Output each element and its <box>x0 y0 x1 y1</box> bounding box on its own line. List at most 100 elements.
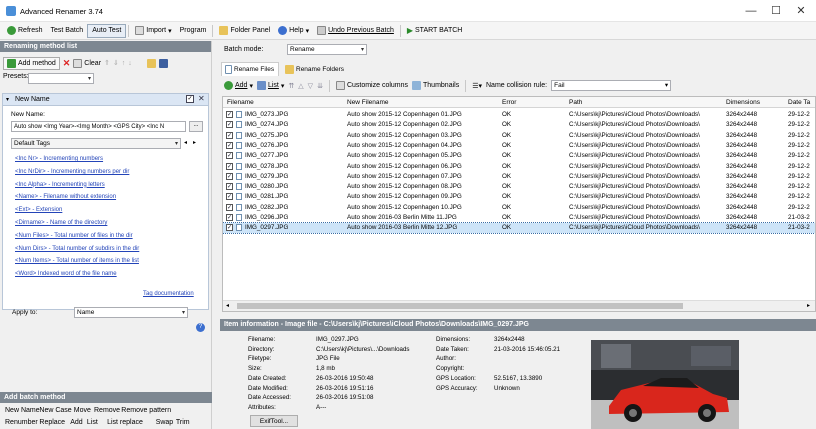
tags-select[interactable]: Default Tags ▾ <box>11 138 181 149</box>
batch-method-link[interactable]: Renumber <box>5 419 38 426</box>
batch-method-link[interactable]: Swap <box>156 419 174 426</box>
row-checkbox[interactable]: ✓ <box>226 152 233 160</box>
table-row[interactable]: ✓ IMG_0282.JPG Auto show 2015-12 Copenhage… <box>223 203 815 213</box>
new-name-input[interactable]: Auto show <Img Year>-<Img Month> <GPS Ci… <box>11 121 186 132</box>
row-checkbox[interactable]: ✓ <box>226 183 233 191</box>
table-row[interactable]: ✓ IMG_0275.JPG Auto show 2015-12 Copenhage… <box>223 131 815 141</box>
tag-prev-icon[interactable]: ◂ <box>184 139 187 146</box>
row-checkbox[interactable]: ✓ <box>226 121 233 129</box>
import-button[interactable]: Import ▾ <box>131 24 175 38</box>
open-icon[interactable] <box>146 58 156 68</box>
batch-method-link[interactable]: Move <box>74 407 91 414</box>
apply-to-select[interactable]: Name ▾ <box>74 307 188 318</box>
column-path[interactable]: Path <box>569 99 582 106</box>
add-method-button[interactable]: Add method <box>3 56 60 70</box>
close-button[interactable]: ✕ <box>788 4 814 18</box>
browse-button[interactable]: ... <box>189 121 203 132</box>
batch-method-link[interactable]: Add <box>70 419 82 426</box>
column-dimensions[interactable]: Dimensions <box>726 99 760 106</box>
tag-link[interactable]: <Inc Alpha> - Incrementing letters <box>15 182 105 188</box>
add-files-button[interactable]: Add ▾ <box>224 81 253 90</box>
tag-link[interactable]: <Num Dirs> - Total number of subdirs in … <box>15 246 139 252</box>
table-row[interactable]: ✓ IMG_0281.JPG Auto show 2015-12 Copenhage… <box>223 192 815 202</box>
refresh-button[interactable]: Refresh <box>3 24 47 38</box>
scroll-left-icon[interactable]: ◂ <box>226 302 229 309</box>
row-checkbox[interactable]: ✓ <box>226 162 233 170</box>
tag-link[interactable]: <Inc NrDir> - Incrementing numbers per d… <box>15 169 129 175</box>
table-row[interactable]: ✓ IMG_0274.JPG Auto show 2015-12 Copenhage… <box>223 120 815 130</box>
tag-link[interactable]: <Ext> - Extension <box>15 207 62 213</box>
presets-select[interactable]: ▾ <box>28 73 94 84</box>
tag-link[interactable]: <Inc Nr> - Incrementing numbers <box>15 156 103 162</box>
table-row[interactable]: ✓ IMG_0296.JPG Auto show 2016-03 Berlin Mi… <box>223 213 815 223</box>
view-options-icon[interactable]: ☰▾ <box>472 82 482 90</box>
tag-next-icon[interactable]: ▸ <box>193 139 196 146</box>
collapse-icon[interactable]: ▾ <box>6 96 9 103</box>
column-filename[interactable]: Filename <box>227 99 254 106</box>
help-icon[interactable]: ? <box>196 323 205 332</box>
batch-method-link[interactable]: Replace <box>39 419 65 426</box>
method-enabled-checkbox[interactable]: ✓ <box>186 95 194 103</box>
clear-button[interactable]: Clear <box>73 58 101 68</box>
column-error[interactable]: Error <box>502 99 516 106</box>
maximize-button[interactable]: ☐ <box>763 4 789 18</box>
move-top-icon[interactable]: ⇈ <box>288 82 294 90</box>
table-row[interactable]: ✓ IMG_0279.JPG Auto show 2015-12 Copenhage… <box>223 172 815 182</box>
method-close-icon[interactable]: ✕ <box>198 94 205 103</box>
folder-panel-button[interactable]: Folder Panel <box>215 24 274 38</box>
batch-method-link[interactable]: Remove <box>94 407 120 414</box>
save-icon[interactable] <box>158 58 168 68</box>
collision-rule-select[interactable]: Fail ▾ <box>551 80 672 91</box>
tab-rename-files[interactable]: Rename Files <box>221 62 279 76</box>
minimize-button[interactable]: — <box>738 4 764 18</box>
row-checkbox[interactable]: ✓ <box>226 193 233 201</box>
table-row[interactable]: ✓ IMG_0276.JPG Auto show 2015-12 Copenhage… <box>223 141 815 151</box>
horizontal-scrollbar[interactable]: ◂ ▸ <box>223 300 815 311</box>
batch-method-link[interactable]: List replace <box>107 419 143 426</box>
move-down-icon[interactable]: ▽ <box>308 82 313 90</box>
undo-batch-button[interactable]: Undo Previous Batch <box>313 24 398 38</box>
tab-rename-folders[interactable]: Rename Folders <box>282 63 348 76</box>
scrollbar-thumb[interactable] <box>237 303 683 309</box>
auto-test-button[interactable]: Auto Test <box>87 23 127 38</box>
batch-method-link[interactable]: Remove pattern <box>121 407 171 414</box>
exiftool-button[interactable]: ExifTool... <box>250 415 298 427</box>
table-row[interactable]: ✓ IMG_0277.JPG Auto show 2015-12 Copenhage… <box>223 151 815 161</box>
column-new-filename[interactable]: New Filename <box>347 99 389 106</box>
delete-icon[interactable]: ✕ <box>63 58 71 69</box>
move-up-icon[interactable]: ⇑ <box>104 59 110 67</box>
help-button[interactable]: Help ▾ <box>274 24 313 38</box>
row-checkbox[interactable]: ✓ <box>226 111 233 118</box>
up-icon[interactable]: ↑ <box>122 60 126 67</box>
start-batch-button[interactable]: ▶ START BATCH <box>403 24 466 38</box>
row-checkbox[interactable]: ✓ <box>226 141 233 149</box>
batch-mode-select[interactable]: Rename ▾ <box>287 44 367 55</box>
method-header[interactable]: ▾ New Name ✓ ✕ <box>3 94 208 106</box>
files-grid[interactable]: Filename New Filename Error Path Dimensi… <box>222 96 816 312</box>
scroll-right-icon[interactable]: ▸ <box>807 302 810 309</box>
batch-method-link[interactable]: New Name <box>5 407 40 414</box>
move-up-icon[interactable]: △ <box>298 82 303 90</box>
batch-method-link[interactable]: List <box>87 419 98 426</box>
row-checkbox[interactable]: ✓ <box>226 203 233 211</box>
down-icon[interactable]: ↓ <box>128 60 132 67</box>
table-row[interactable]: ✓ IMG_0280.JPG Auto show 2015-12 Copenhage… <box>223 182 815 192</box>
test-batch-button[interactable]: Test Batch <box>47 24 88 38</box>
tag-link[interactable]: <Num Files> - Total number of files in t… <box>15 233 133 239</box>
tag-documentation-link[interactable]: Tag documentation <box>143 291 194 297</box>
tag-link[interactable]: <Num Items> - Total number of items in t… <box>15 258 139 264</box>
row-checkbox[interactable]: ✓ <box>226 214 233 221</box>
tag-link[interactable]: <Dirname> - Name of the directory <box>15 220 107 226</box>
tag-link[interactable]: <Name> - Filename without extension <box>15 194 116 200</box>
thumbnails-button[interactable]: Thumbnails <box>412 81 459 90</box>
batch-method-link[interactable]: New Case <box>39 407 71 414</box>
tag-link[interactable]: <Word> Indexed word of the file name <box>15 271 117 277</box>
column-date-taken[interactable]: Date Ta <box>788 99 810 106</box>
batch-method-link[interactable]: Trim <box>176 419 190 426</box>
table-row[interactable]: ✓ IMG_0273.JPG Auto show 2015-12 Copenhage… <box>223 110 815 120</box>
table-row[interactable]: ✓ IMG_0278.JPG Auto show 2015-12 Copenhage… <box>223 162 815 172</box>
table-row[interactable]: ✓ IMG_0297.JPG Auto show 2016-03 Berlin Mi… <box>223 222 815 235</box>
customize-columns-button[interactable]: Customize columns <box>335 81 408 90</box>
list-button[interactable]: List ▾ <box>256 81 284 90</box>
move-down-icon[interactable]: ⇓ <box>113 59 119 67</box>
